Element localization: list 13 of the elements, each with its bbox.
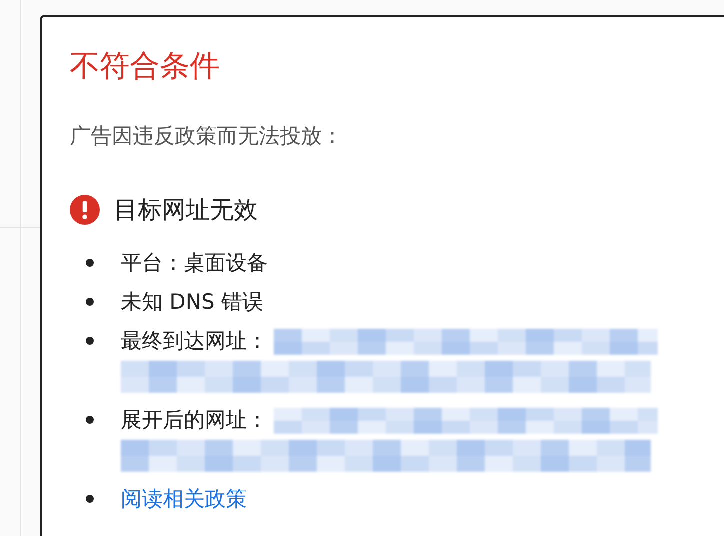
message-text: 广告因违反政策而无法投放：: [70, 123, 343, 150]
bullet-icon: [86, 416, 94, 424]
bullet-icon: [86, 495, 94, 503]
field-label: 展开后的网址：: [121, 407, 268, 434]
detail-text: 平台：桌面设备: [121, 250, 268, 277]
bullet-icon: [86, 259, 94, 267]
detail-text: 未知 DNS 错误: [121, 289, 264, 316]
field-label: 最终到达网址：: [121, 328, 268, 355]
issue-heading: 目标网址无效: [114, 195, 258, 226]
dialog-title: 不符合条件: [70, 48, 220, 86]
policy-link[interactable]: 阅读相关政策: [121, 480, 247, 519]
bullet-icon: [86, 298, 94, 306]
bullet-icon: [86, 337, 94, 345]
